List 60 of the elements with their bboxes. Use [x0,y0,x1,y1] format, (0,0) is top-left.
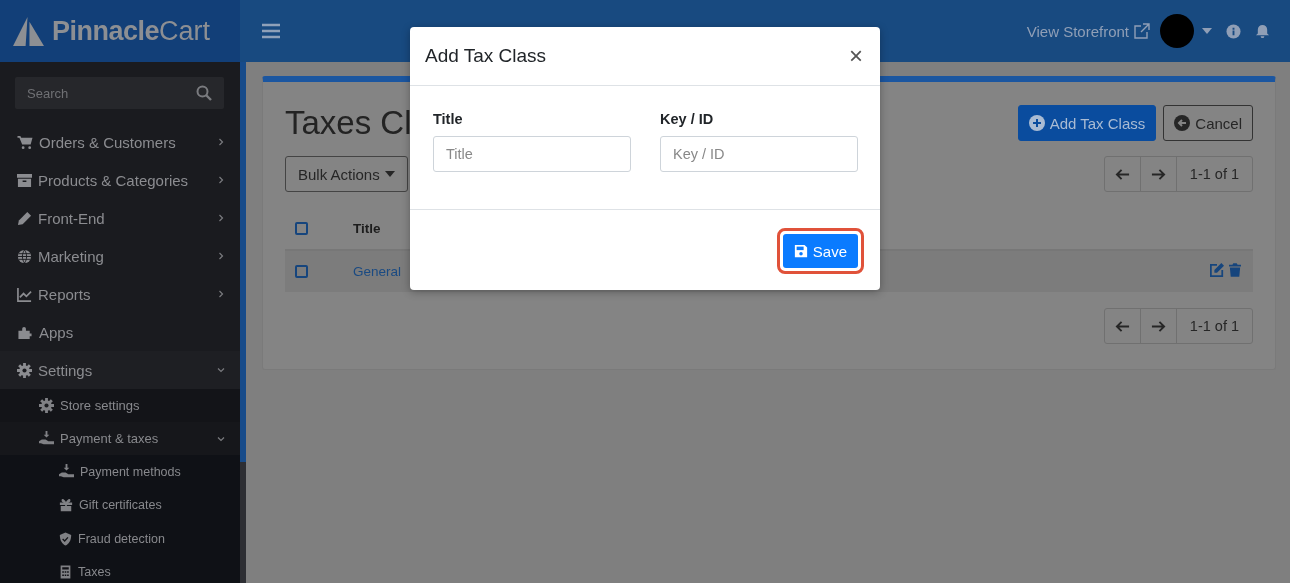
account-dropdown-button[interactable] [1202,28,1212,34]
add-button[interactable]: Add Tax Class [1017,105,1157,141]
shield-icon [59,531,72,546]
info-button[interactable] [1226,23,1241,39]
brand-name-suffix: Cart [159,15,211,47]
sidebar-item[interactable]: Marketing [0,237,240,275]
page-range: 1-1 of 1 [1188,165,1240,184]
checkbox[interactable] [295,221,308,235]
sidebar-item[interactable]: Fraud detection [0,522,240,556]
gear-icon [39,398,54,413]
puzzle-icon [17,324,33,340]
edit-icon [1210,263,1224,277]
sidebar-item[interactable]: Payment methods [0,455,240,489]
gift-icon [59,498,73,513]
mountain-logo-icon [13,16,44,46]
bell-icon [1255,23,1270,39]
hand-coin-icon [39,431,54,446]
page-range: 1-1 of 1 [1188,317,1240,336]
sidebar-item[interactable]: Reports [0,275,240,313]
input-field[interactable]: Key / ID [660,136,858,172]
trash-icon [1229,263,1241,277]
back-circle-icon [1174,115,1191,131]
search-icon [196,85,212,101]
cart-icon [17,134,33,150]
menu-icon [262,23,280,39]
pencil-icon [17,210,32,226]
sidebar-item[interactable]: Taxes [0,555,240,583]
avatar[interactable] [1160,14,1194,48]
search-field[interactable]: Search [15,77,224,109]
info-icon [1226,23,1241,39]
external-link-icon [1134,23,1150,39]
sidebar-item[interactable]: Store settings [0,389,240,422]
archive-icon [17,172,32,188]
checkbox[interactable] [295,265,308,278]
sidebar-item[interactable]: Products & Categories [0,161,240,199]
field-label: Key / ID [660,111,715,127]
plus-circle-icon [1028,115,1045,131]
field-label: Title [433,111,464,127]
sidebar-item[interactable]: Apps [0,313,240,351]
chart-icon [17,286,32,302]
caret-down-icon [384,171,395,177]
brand-name: Pinnacle [52,15,160,47]
gear-icon [17,362,32,378]
notifications-button[interactable] [1255,23,1270,39]
hand-coin-icon [59,464,74,480]
close-button[interactable]: × [847,42,865,70]
calculator-icon [59,565,72,580]
sidebar-item[interactable]: Orders & Customers [0,123,240,161]
input-field[interactable]: Title [433,136,631,172]
modal-title: Add Tax Class [425,45,548,67]
save-button[interactable]: Save [782,234,858,268]
caret-down-icon [1202,28,1212,34]
storefront-link[interactable]: View Storefront [1026,22,1150,40]
page-title: Taxes Cl [285,104,412,142]
bulk-actions-dropdown[interactable]: Bulk Actions [285,156,408,192]
cancel-button[interactable]: Cancel [1163,105,1253,141]
sidebar-item[interactable]: Gift certificates [0,488,240,522]
globe-icon [17,248,32,264]
sidebar-item[interactable]: Front-End [0,199,240,237]
menu-button[interactable] [262,23,280,39]
